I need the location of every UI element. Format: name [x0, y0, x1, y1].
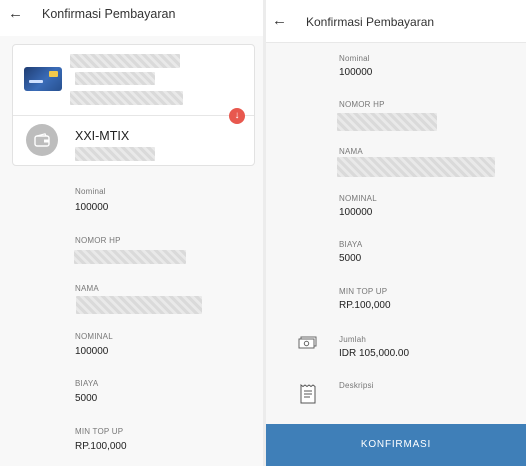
- confirm-button[interactable]: KONFIRMASI: [266, 424, 526, 466]
- content-area: Nominal 100000 NOMOR HP NAMA NOMINAL 100…: [266, 42, 526, 424]
- jumlah-label: Jumlah: [339, 335, 366, 344]
- field-value-nominal-2: 100000: [75, 346, 109, 357]
- field-label-nama: NAMA: [75, 284, 99, 293]
- field-label-nominal: Nominal: [75, 187, 106, 196]
- field-label-biaya: BIAYA: [339, 240, 363, 249]
- receipt-icon: [300, 384, 316, 409]
- back-arrow-icon[interactable]: ←: [272, 12, 287, 30]
- left-screen: ↓ XXI-MTIX Nominal 100000 NOMOR HP NAMA …: [0, 0, 263, 466]
- right-screen: ← Konfirmasi Pembayaran Nominal 100000 N…: [266, 0, 526, 466]
- field-label-nominal-2: NOMINAL: [75, 332, 113, 341]
- app-bar: ← Konfirmasi Pembayaran: [266, 0, 526, 42]
- field-value-biaya: 5000: [339, 253, 362, 264]
- redacted-phone: [74, 250, 186, 264]
- field-label-nama: NAMA: [339, 147, 363, 156]
- redacted-card-balance: [70, 91, 183, 105]
- redacted-phone: [337, 113, 437, 131]
- content-area: ↓ XXI-MTIX Nominal 100000 NOMOR HP NAMA …: [0, 32, 263, 466]
- redacted-card-name: [70, 54, 180, 68]
- download-icon[interactable]: ↓: [229, 108, 245, 124]
- wallet-icon: [26, 124, 58, 156]
- page-title: Konfirmasi Pembayaran: [306, 15, 435, 29]
- jumlah-value: IDR 105,000.00: [339, 348, 410, 359]
- field-label-nominal-2: NOMINAL: [339, 194, 377, 203]
- app-bar: ← Konfirmasi Pembayaran: [0, 0, 263, 36]
- deskripsi-label: Deskripsi: [339, 381, 374, 390]
- redacted-card-number: [75, 72, 155, 85]
- redacted-merchant-id: [75, 147, 155, 161]
- page-title: Konfirmasi Pembayaran: [42, 7, 176, 21]
- field-value-min-top-up: RP.100,000: [339, 300, 391, 311]
- credit-card-icon: [24, 67, 62, 91]
- card-divider: [13, 115, 254, 116]
- payment-source-card: ↓ XXI-MTIX: [12, 44, 255, 166]
- field-label-min-top-up: MIN TOP UP: [339, 287, 388, 296]
- redacted-name: [76, 296, 202, 314]
- field-label-biaya: BIAYA: [75, 379, 99, 388]
- field-value-nominal: 100000: [339, 67, 373, 78]
- field-label-nomor-hp: NOMOR HP: [339, 100, 385, 109]
- field-label-min-top-up: MIN TOP UP: [75, 427, 124, 436]
- redacted-name: [337, 157, 495, 177]
- back-arrow-icon[interactable]: ←: [8, 5, 23, 23]
- money-icon: [298, 336, 318, 355]
- field-label-nomor-hp: NOMOR HP: [75, 236, 121, 245]
- field-value-nominal: 100000: [75, 202, 109, 213]
- field-value-biaya: 5000: [75, 393, 98, 404]
- field-value-min-top-up: RP.100,000: [75, 441, 127, 452]
- field-value-nominal-2: 100000: [339, 207, 373, 218]
- merchant-name: XXI-MTIX: [75, 129, 130, 143]
- field-label-nominal: Nominal: [339, 54, 370, 63]
